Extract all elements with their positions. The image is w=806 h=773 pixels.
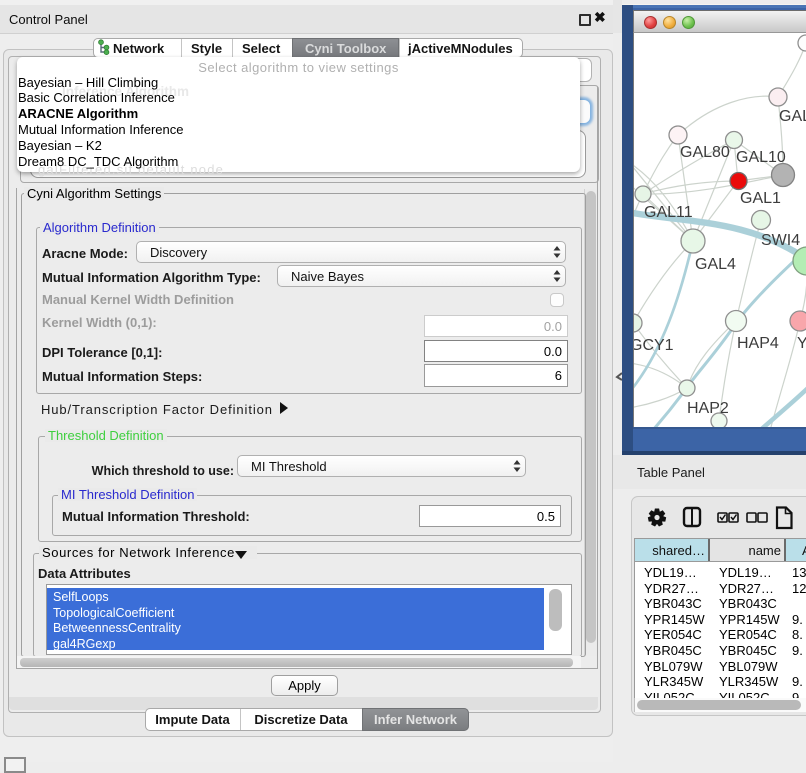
svg-text:Y: Y (797, 335, 806, 352)
svg-text:GCY1: GCY1 (634, 337, 674, 354)
svg-text:SWI4: SWI4 (761, 232, 800, 249)
svg-text:GAL11: GAL11 (644, 204, 693, 221)
svg-text:GAL4: GAL4 (695, 256, 736, 273)
svg-text:GAL7: GAL7 (779, 108, 806, 125)
svg-text:HAP4: HAP4 (737, 335, 779, 352)
svg-text:GAL1: GAL1 (740, 190, 781, 207)
svg-text:GAL80: GAL80 (680, 144, 730, 161)
svg-text:HAP2: HAP2 (687, 400, 729, 417)
svg-text:GAL10: GAL10 (736, 149, 786, 166)
